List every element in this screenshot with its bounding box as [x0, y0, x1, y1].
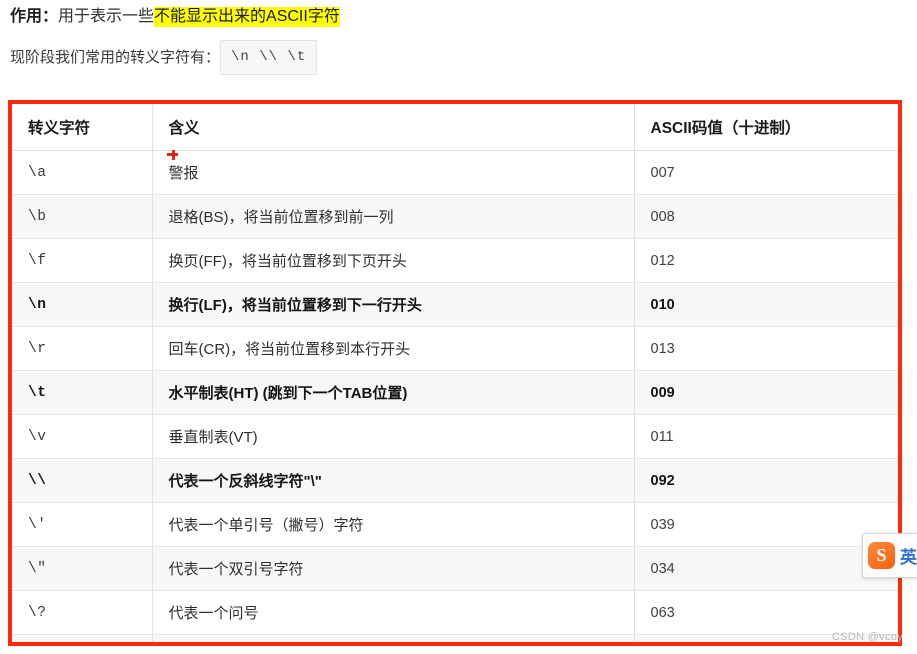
cell-meaning: 代表一个双引号字符 [152, 546, 635, 591]
cell-meaning: 垂直制表(VT) [152, 414, 635, 459]
cell-escape-char: \v [12, 414, 153, 459]
cell-meaning: 退格(BS)，将当前位置移到前一列 [152, 194, 635, 239]
cell-meaning: 警报 [152, 150, 635, 195]
table-row: \? 代表一个问号 063 [12, 590, 898, 635]
sogou-ime-status-bar[interactable]: S 英 [862, 533, 917, 578]
cell-escape-char: \b [12, 194, 153, 239]
cell-ascii-value: 039 [634, 502, 898, 547]
cell-escape-char: \\ [12, 458, 153, 503]
cell-meaning: 换页(FF)，将当前位置移到下页开头 [152, 238, 635, 283]
intro-line-1-text: 用于表示一些 [58, 8, 155, 25]
cell-ascii-value: 010 [634, 282, 898, 327]
table-body: \a 警报 007 \b 退格(BS)，将当前位置移到前一列 008 \f 换页(FF)，将当… [12, 150, 898, 642]
cell-escape-char: \a [12, 150, 153, 195]
escape-sequence-code-chip: \n \\ \t [220, 40, 318, 75]
table-row: \b 退格(BS)，将当前位置移到前一列 008 [12, 194, 898, 239]
cell-ascii-value: 008 [634, 194, 898, 239]
intro-line-1: 作用：用于表示一些不能显示出来的ASCII字符 [10, 0, 917, 32]
cell-ascii-value: 092 [634, 458, 898, 503]
cell-escape-char: \? [12, 590, 153, 635]
cell-meaning: 代表一个反斜线字符"\" [152, 458, 635, 503]
column-header-escape-char: 转义字符 [12, 104, 153, 151]
escape-character-table: 转义字符 含义 ASCII码值（十进制） \a 警报 007 \b 退格(BS)，将当前… [12, 104, 898, 642]
column-header-meaning: 含义 [152, 104, 635, 151]
cell-meaning: 回车(CR)，将当前位置移到本行开头 [152, 326, 635, 371]
intro-line-2: 现阶段我们常用的转义字符有： \n \\ \t [10, 40, 917, 75]
csdn-watermark: CSDN @vcoy [831, 631, 903, 643]
cell-escape-char: \t [12, 370, 153, 415]
intro-line-2-text: 现阶段我们常用的转义字符有： [10, 49, 221, 66]
red-annotation-frame: 转义字符 含义 ASCII码值（十进制） \a 警报 007 \b 退格(BS)，将当前… [8, 100, 902, 646]
table-row: \\ 代表一个反斜线字符"\" 092 [12, 458, 898, 503]
cell-meaning: 代表一个问号 [152, 590, 635, 635]
table-row: \t 水平制表(HT) (跳到下一个TAB位置) 009 [12, 370, 898, 415]
table-row: \n 换行(LF)，将当前位置移到下一行开头 010 [12, 282, 898, 327]
ime-input-mode-label[interactable]: 英 [900, 543, 917, 568]
table-row: \r 回车(CR)，将当前位置移到本行开头 013 [12, 326, 898, 371]
cell-ascii-value: 007 [634, 150, 898, 195]
cell-ascii-value: 063 [634, 590, 898, 635]
table-header-row: 转义字符 含义 ASCII码值（十进制） [12, 104, 898, 151]
red-caret-marker-icon: 警报 [166, 150, 199, 183]
table-row: \" 代表一个双引号字符 034 [12, 546, 898, 591]
intro-lead-label: 作用： [10, 8, 59, 25]
cell-ascii-value: 011 [634, 414, 898, 459]
table-row: \' 代表一个单引号（撇号）字符 039 [12, 502, 898, 547]
cell-escape-char: \f [12, 238, 153, 283]
table-row: \a 警报 007 [12, 150, 898, 195]
escape-character-table-wrapper: 转义字符 含义 ASCII码值（十进制） \a 警报 007 \b 退格(BS)，将当前… [12, 104, 898, 642]
cell-ascii-value: 034 [634, 546, 898, 591]
column-header-ascii-value: ASCII码值（十进制） [634, 104, 898, 151]
cell-meaning: 换行(LF)，将当前位置移到下一行开头 [152, 282, 635, 327]
cell-ascii-value: 009 [634, 370, 898, 415]
cell-escape-char: \" [12, 546, 153, 591]
table-row: \v 垂直制表(VT) 011 [12, 414, 898, 459]
cell-escape-char: \n [12, 282, 153, 327]
cell-meaning: 代表一个单引号（撇号）字符 [152, 502, 635, 547]
highlighted-phrase: 不能显示出来的ASCII字符 [154, 7, 340, 27]
cell-ascii-value: 013 [634, 326, 898, 371]
table-row: \0数字0000 [12, 634, 898, 642]
intro-section: 作用：用于表示一些不能显示出来的ASCII字符 现阶段我们常用的转义字符有： \n… [0, 0, 917, 75]
table-row: \f 换页(FF)，将当前位置移到下页开头 012 [12, 238, 898, 283]
cell-meaning: 数字0 [152, 634, 635, 642]
cell-escape-char: \0 [12, 634, 153, 642]
cell-escape-char: \r [12, 326, 153, 371]
cell-ascii-value: 012 [634, 238, 898, 283]
sogou-logo-icon[interactable]: S [868, 542, 895, 569]
cell-meaning: 水平制表(HT) (跳到下一个TAB位置) [152, 370, 635, 415]
cell-escape-char: \' [12, 502, 153, 547]
